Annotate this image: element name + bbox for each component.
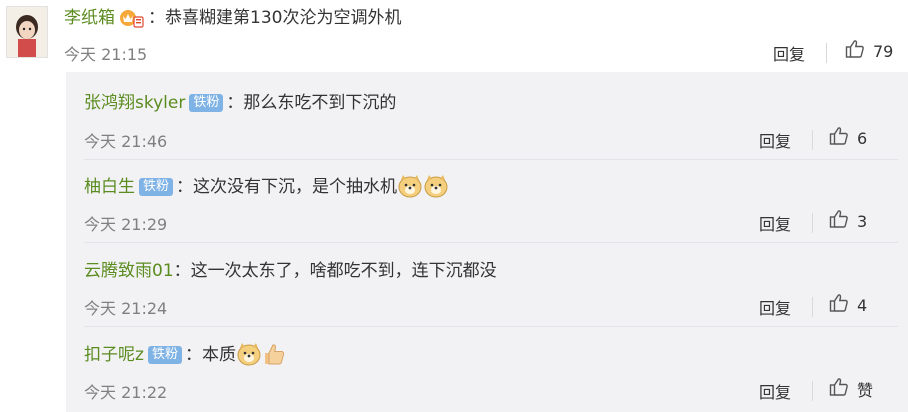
reply-like-count: 4: [857, 295, 868, 315]
main-comment-username[interactable]: 李纸箱: [64, 8, 115, 28]
action-separator: [826, 43, 827, 63]
reply-text: ：那么东吃不到下沉的: [226, 93, 397, 113]
reply-time: 今天 21:22: [84, 383, 168, 402]
avatar[interactable]: [6, 6, 48, 58]
reply-time: 今天 21:46: [84, 132, 168, 151]
reply-like-count: 赞: [857, 381, 874, 400]
main-like-button[interactable]: 79: [845, 39, 893, 63]
replies-panel: 张鸿翔skyler 铁粉 ：那么东吃不到下沉的 今天 21:46 回复 6 柚白生铁…: [66, 72, 908, 412]
doge-emoji-icon: [397, 174, 423, 207]
action-separator: [812, 381, 813, 401]
reply-like-button[interactable]: 4: [829, 293, 867, 317]
action-separator: [812, 130, 813, 150]
reply-like-button[interactable]: 6: [829, 126, 867, 150]
reply-like-count: 3: [857, 211, 868, 231]
reply-username[interactable]: 云腾致雨01: [84, 261, 174, 281]
reply-username[interactable]: 扣子呢z: [84, 345, 144, 365]
reply-like-button[interactable]: 赞: [829, 377, 873, 401]
reply-line: 张鸿翔skyler 铁粉 ：那么东吃不到下沉的: [84, 89, 396, 117]
reply-button[interactable]: 回复: [759, 379, 791, 403]
reply-text: ：这一次太东了，啥都吃不到，连下沉都没: [173, 261, 497, 281]
reply-button[interactable]: 回复: [759, 295, 791, 319]
reply-line: 柚白生 铁粉 ：这次没有下沉，是个抽水机: [84, 173, 449, 201]
reply-button[interactable]: 回复: [759, 128, 791, 152]
reply-text: ：这次没有下沉，是个抽水机: [176, 177, 398, 197]
reply-line: 云腾致雨01：这一次太东了，啥都吃不到，连下沉都没: [84, 257, 497, 285]
fan-badge[interactable]: 铁粉: [147, 346, 182, 364]
doge-emoji-icon: [423, 174, 449, 207]
main-reply-button[interactable]: 回复: [773, 41, 805, 65]
reply-divider: [84, 326, 898, 327]
main-comment-line: 李纸箱 ：恭喜糊建第130次沦为空调外机: [64, 4, 401, 32]
reply-time: 今天 21:24: [84, 299, 168, 318]
reply-button[interactable]: 回复: [759, 211, 791, 235]
thumbs-up-icon: [829, 209, 849, 233]
fan-badge[interactable]: 铁粉: [189, 94, 224, 112]
main-like-count: 79: [873, 41, 894, 61]
thumbs-up-icon: [829, 293, 849, 317]
reply-line: 扣子呢z 铁粉 ：本质: [84, 341, 286, 369]
reply-text: ：本质: [184, 345, 236, 365]
fan-badge[interactable]: 铁粉: [139, 178, 174, 196]
thumbs-up-icon: [829, 126, 849, 150]
reply-like-count: 6: [857, 128, 868, 148]
reply-username[interactable]: 柚白生: [84, 177, 135, 197]
action-separator: [812, 297, 813, 317]
reply-divider: [84, 242, 898, 243]
action-separator: [812, 213, 813, 233]
thumbs-up-emoji-icon: [262, 342, 286, 375]
reply-username[interactable]: 张鸿翔skyler: [84, 93, 185, 113]
doge-emoji-icon: [236, 342, 262, 375]
main-comment-text: ：恭喜糊建第130次沦为空调外机: [148, 8, 402, 28]
reply-time: 今天 21:29: [84, 215, 168, 234]
reply-like-button[interactable]: 3: [829, 209, 867, 233]
vip-crown-icon[interactable]: [119, 7, 145, 38]
thumbs-up-icon: [845, 39, 865, 63]
reply-divider: [84, 159, 898, 160]
main-comment-time: 今天 21:15: [64, 45, 148, 64]
thumbs-up-icon: [829, 377, 849, 401]
